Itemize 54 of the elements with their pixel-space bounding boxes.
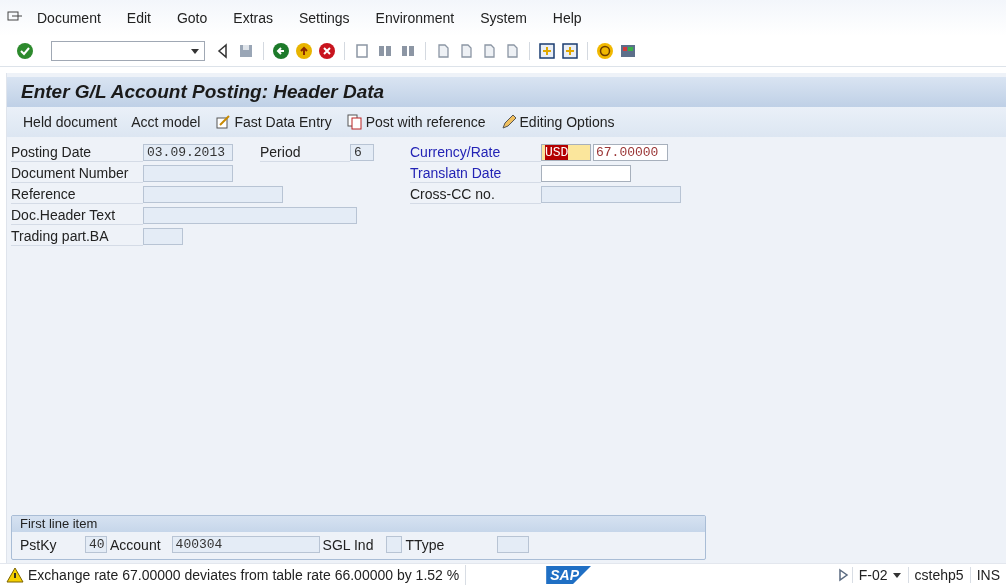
pencil-icon (499, 113, 518, 131)
field-label: Account (110, 536, 161, 553)
input-mode: INS (969, 567, 1006, 583)
menu-item[interactable]: Help (539, 10, 595, 26)
new-window-icon[interactable] (538, 42, 556, 60)
menu-item[interactable]: Environment (362, 10, 468, 26)
field-label: PstKy (20, 536, 58, 553)
menu-item[interactable]: Edit (113, 10, 164, 26)
status-text: Exchange rate 67.00000 deviates from table rate 66.00000 by 1.52 % (28, 567, 460, 583)
toolbar-button[interactable]: Held document (23, 114, 118, 130)
caret-icon[interactable] (891, 571, 902, 579)
input-field[interactable]: 400304 (171, 536, 320, 553)
input-field[interactable] (143, 186, 283, 203)
check-icon[interactable] (16, 42, 34, 60)
sap-logo: SAP (546, 566, 591, 584)
menu-item[interactable]: Settings (286, 10, 363, 26)
transaction-code[interactable]: F-02 (851, 567, 908, 583)
menu-item[interactable]: Document (24, 10, 114, 26)
toolbar-button[interactable]: Editing Options (499, 113, 615, 131)
toolbar-button[interactable]: Fast Data Entry (214, 113, 332, 131)
menu-item[interactable]: System (467, 10, 540, 26)
command-field[interactable] (51, 41, 205, 61)
input-field[interactable] (143, 165, 233, 182)
toolbar-button[interactable]: Post with reference (345, 113, 486, 131)
toolbar-button[interactable]: Acct model (131, 114, 201, 130)
input-field[interactable]: 67.00000 (593, 144, 668, 161)
field-label: TType (405, 536, 445, 553)
field-label: SGL Ind (322, 536, 374, 553)
input-field[interactable] (497, 536, 530, 553)
user-name: cstehp5 (907, 567, 970, 583)
save-icon[interactable] (237, 42, 255, 60)
input-field[interactable] (541, 186, 681, 203)
help-icon[interactable] (596, 42, 614, 60)
group-title: First line item (12, 516, 705, 532)
layout-icon[interactable] (619, 42, 637, 60)
cancel-icon[interactable] (318, 42, 336, 60)
form-icon (214, 113, 233, 131)
menu-item[interactable]: Goto (163, 10, 221, 26)
copy-icon (345, 113, 364, 131)
input-field[interactable]: 6 (350, 144, 374, 161)
caret-icon[interactable] (190, 47, 200, 55)
input-field[interactable] (143, 228, 183, 245)
shortcut-icon[interactable] (561, 42, 579, 60)
exit-icon[interactable] (295, 42, 313, 60)
input-field[interactable]: 03.09.2013 (143, 144, 233, 161)
menu-item[interactable]: Extras (220, 10, 286, 26)
input-field[interactable] (143, 207, 357, 224)
input-field[interactable] (386, 536, 403, 553)
input-field[interactable]: USD (541, 144, 591, 161)
input-field[interactable]: 40 (85, 536, 107, 553)
input-field[interactable] (541, 165, 631, 182)
screen-title: Enter G/L Account Posting: Header Data (7, 77, 1006, 107)
back-icon[interactable] (272, 42, 290, 60)
warning-icon (6, 566, 24, 584)
